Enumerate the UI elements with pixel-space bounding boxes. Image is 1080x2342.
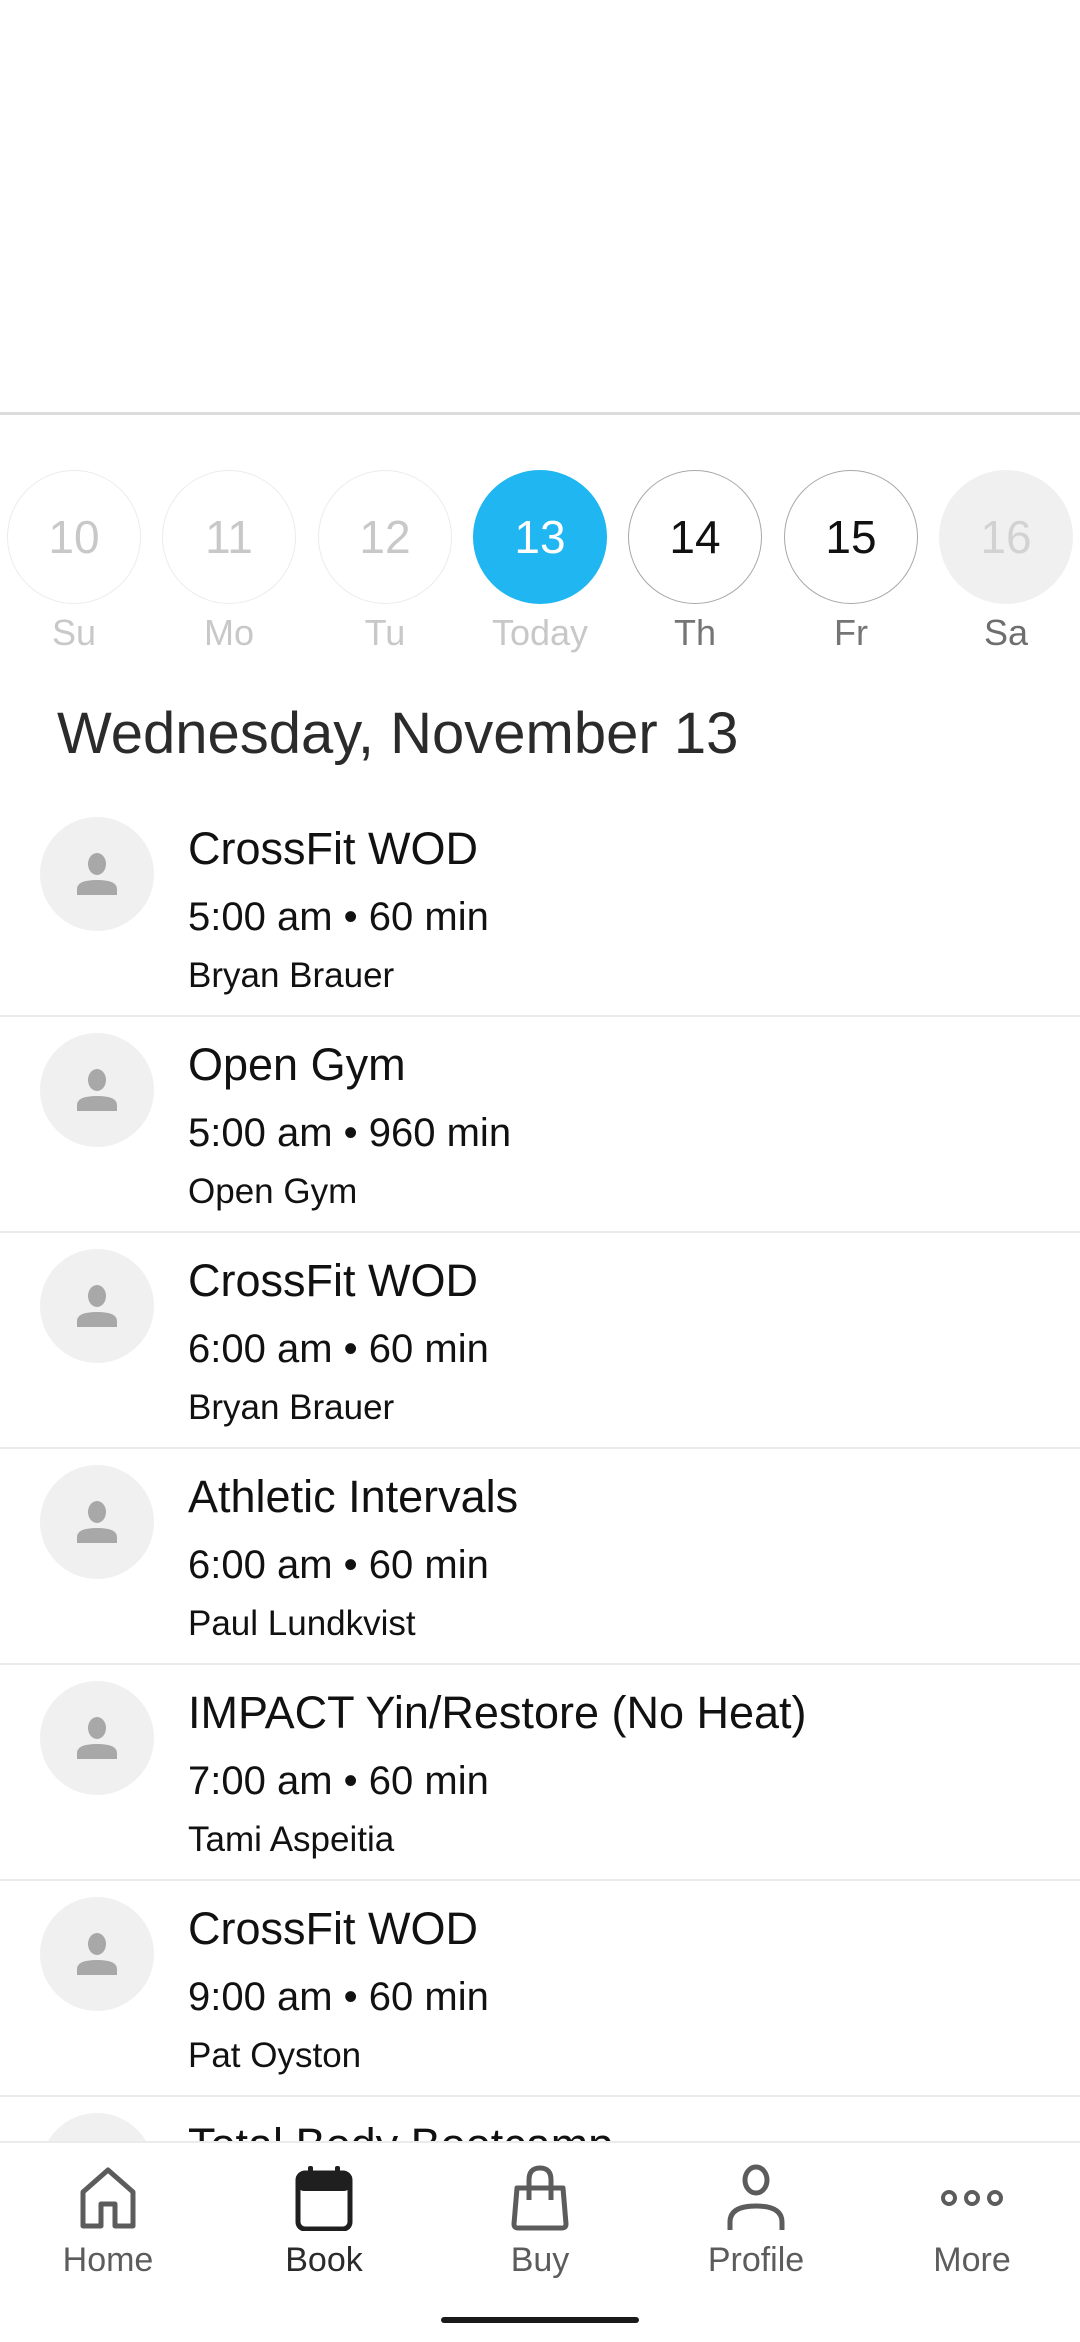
day-number: 13 (473, 470, 607, 604)
day-label: Tu (364, 612, 406, 653)
day-number: 10 (7, 470, 141, 604)
day-saturday[interactable]: 16 Sa (938, 470, 1074, 654)
class-instructor: Paul Lundkvist (188, 1604, 416, 1643)
nav-label: Book (285, 2241, 363, 2279)
class-instructor: Pat Oyston (188, 2036, 362, 2075)
class-title: IMPACT Yin/Restore (No Heat) (188, 1687, 807, 1738)
class-time: 9:00 am • 60 min (188, 1975, 489, 2019)
class-list-item[interactable]: CrossFit WOD 6:00 am • 60 min Bryan Brauer (0, 1233, 1080, 1449)
class-title: Open Gym (188, 1039, 406, 1090)
nav-buy[interactable]: Buy (432, 2163, 648, 2280)
class-time: 6:00 am • 60 min (188, 1543, 489, 1587)
day-label: Th (673, 612, 716, 653)
person-icon (77, 1933, 117, 1975)
day-label: Sa (983, 612, 1029, 653)
shopping-bag-icon (432, 2163, 648, 2233)
person-icon (77, 1285, 117, 1327)
nav-label: Home (62, 2241, 154, 2279)
nav-more[interactable]: More (864, 2163, 1080, 2280)
person-icon (77, 853, 117, 895)
day-tuesday[interactable]: 12 Tu (317, 470, 453, 654)
nav-label: Profile (707, 2241, 805, 2279)
class-list-item[interactable]: Open Gym 5:00 am • 960 min Open Gym (0, 1017, 1080, 1233)
class-time: 5:00 am • 60 min (188, 895, 489, 939)
class-list-item[interactable]: CrossFit WOD 9:00 am • 60 min Pat Oyston (0, 1881, 1080, 2097)
class-instructor: Bryan Brauer (188, 956, 395, 995)
selected-date-heading: Wednesday, November 13 (57, 701, 739, 766)
class-list-item[interactable]: CrossFit WOD 5:00 am • 60 min Bryan Brauer (0, 801, 1080, 1017)
day-friday[interactable]: 15 Fr (783, 470, 919, 654)
class-title: CrossFit WOD (188, 823, 478, 874)
home-icon (0, 2163, 216, 2233)
class-title: CrossFit WOD (188, 1255, 478, 1306)
instructor-avatar (40, 1465, 154, 1579)
class-time: 7:00 am • 60 min (188, 1759, 489, 1803)
class-list-item[interactable]: Athletic Intervals 6:00 am • 60 min Paul L… (0, 1449, 1080, 1665)
class-list-item[interactable]: IMPACT Yin/Restore (No Heat) 7:00 am • 60… (0, 1665, 1080, 1881)
day-label: Su (51, 612, 97, 653)
week-date-picker: 10 Su 11 Mo 12 Tu 13 Today 14 Th 15 Fr 1… (0, 470, 1080, 670)
day-today[interactable]: 13 Today (472, 470, 608, 654)
class-instructor: Bryan Brauer (188, 1388, 395, 1427)
day-label: Fr (834, 612, 868, 653)
person-icon (77, 1717, 117, 1759)
day-number: 16 (939, 470, 1073, 604)
calendar-icon (216, 2163, 432, 2233)
day-label: Today (491, 612, 589, 653)
person-icon (77, 1069, 117, 1111)
person-icon (77, 1501, 117, 1543)
instructor-avatar (40, 1681, 154, 1795)
bottom-nav: Home Book Buy Profile More (0, 2141, 1080, 2342)
instructor-avatar (40, 1033, 154, 1147)
day-thursday[interactable]: 14 Th (627, 470, 763, 654)
day-number: 12 (318, 470, 452, 604)
nav-profile[interactable]: Profile (648, 2163, 864, 2280)
header-area (0, 0, 1080, 412)
day-number: 11 (162, 470, 296, 604)
home-indicator[interactable] (441, 2317, 639, 2323)
class-title: CrossFit WOD (188, 1903, 478, 1954)
class-list: CrossFit WOD 5:00 am • 60 min Bryan Brauer… (0, 801, 1080, 2313)
day-number: 15 (784, 470, 918, 604)
more-dots-icon (864, 2163, 1080, 2233)
instructor-avatar (40, 1897, 154, 2011)
class-time: 6:00 am • 60 min (188, 1327, 489, 1371)
day-monday[interactable]: 11 Mo (161, 470, 297, 654)
instructor-avatar (40, 1249, 154, 1363)
divider (0, 412, 1080, 415)
nav-book[interactable]: Book (216, 2163, 432, 2280)
day-label: Mo (203, 612, 254, 653)
nav-label: Buy (510, 2241, 570, 2279)
class-time: 5:00 am • 960 min (188, 1111, 512, 1155)
person-icon (648, 2163, 864, 2233)
nav-home[interactable]: Home (0, 2163, 216, 2280)
instructor-avatar (40, 817, 154, 931)
nav-label: More (933, 2241, 1011, 2279)
class-instructor: Open Gym (188, 1172, 358, 1211)
class-instructor: Tami Aspeitia (188, 1820, 395, 1859)
class-title: Athletic Intervals (188, 1471, 519, 1522)
day-number: 14 (628, 470, 762, 604)
day-sunday[interactable]: 10 Su (6, 470, 142, 654)
